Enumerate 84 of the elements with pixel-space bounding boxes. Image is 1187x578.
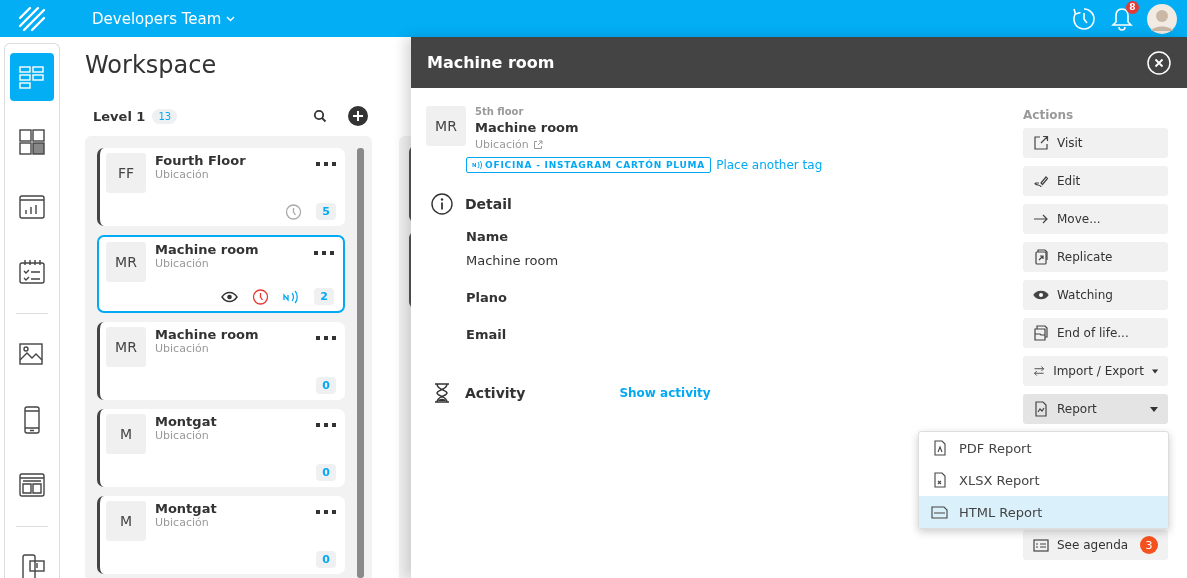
field-value: Machine room (466, 253, 560, 268)
action-button[interactable]: Report (1023, 394, 1168, 424)
card-title: Machine room (155, 242, 260, 257)
action-button[interactable]: Move... (1023, 204, 1168, 234)
action-button[interactable]: Watching (1023, 280, 1168, 310)
checklist-icon (17, 257, 47, 287)
count-badge: 0 (316, 464, 336, 481)
initials-avatar: FF (106, 153, 146, 193)
card-title: Montgat (155, 414, 218, 429)
field-label: Email (466, 327, 508, 342)
initials-avatar: M (106, 414, 146, 454)
action-button[interactable]: Replicate (1023, 242, 1168, 272)
initials-avatar: MR (106, 327, 146, 367)
initials-avatar: M (106, 501, 146, 541)
item-card[interactable]: M Montgat Ubicación 0 (97, 496, 345, 574)
count-badge: 0 (316, 377, 336, 394)
action-button[interactable]: Edit (1023, 166, 1168, 196)
section-title: Detail (465, 196, 512, 212)
actions-heading: Actions (1023, 108, 1075, 122)
logo-icon[interactable] (18, 5, 46, 32)
action-button[interactable]: Import / Export (1023, 356, 1168, 386)
folder-icon (1033, 325, 1049, 341)
caret-icon (1150, 406, 1158, 412)
file-icon (931, 472, 949, 488)
chart-icon (17, 192, 47, 222)
item-card[interactable]: MR Machine room Ubicación 0 (97, 322, 345, 400)
history-icon[interactable] (1071, 5, 1097, 32)
section-title: Activity (465, 385, 526, 401)
external-link-icon (1033, 135, 1049, 151)
field-label: Name (466, 229, 509, 244)
menu-item[interactable]: PDF Report (919, 432, 1168, 464)
list-icon (1033, 537, 1049, 553)
action-button[interactable]: Visit (1023, 128, 1168, 158)
grid-icon (17, 127, 47, 157)
card-title: Machine room (155, 327, 260, 342)
caret-icon (1151, 368, 1158, 374)
count-badge: 13 (152, 108, 178, 124)
count-badge: 5 (316, 203, 336, 220)
info-icon (431, 193, 453, 215)
item-card[interactable]: FF Fourth Floor Ubicación 5 (97, 148, 345, 226)
item-card[interactable]: MR Machine room Ubicación 2 (97, 235, 345, 313)
parent-location: 5th floor (475, 106, 525, 117)
nfc-icon (472, 160, 482, 170)
file-icon (931, 440, 949, 456)
action-button[interactable]: See agenda 3 (1023, 530, 1168, 560)
notification-badge: 8 (1126, 0, 1139, 14)
card-title: Montgat (155, 501, 218, 516)
item-type: Ubicación (475, 138, 529, 151)
menu-item[interactable]: HTML Report (919, 496, 1168, 528)
card-title: Fourth Floor (155, 153, 247, 168)
column-title: Level 1 (93, 108, 146, 124)
caret-icon (226, 15, 236, 22)
initials-avatar: MR (106, 242, 146, 282)
copy-icon (1033, 249, 1049, 265)
card-subtitle: Ubicación (155, 168, 210, 181)
panel-title: Machine room (427, 53, 555, 72)
more-icon[interactable] (314, 250, 334, 256)
external-link-icon[interactable] (532, 139, 543, 150)
swap-icon (1033, 363, 1046, 379)
tag-label: OFICINA - INSTAGRAM CARTÓN PLUMA (485, 160, 706, 170)
menu-item[interactable]: XLSX Report (919, 464, 1168, 496)
file-icon (931, 504, 949, 520)
card-subtitle: Ubicación (155, 342, 210, 355)
page-title: Workspace (85, 51, 217, 79)
more-icon[interactable] (316, 335, 336, 341)
count-badge: 2 (314, 288, 334, 305)
card-subtitle: Ubicación (155, 257, 210, 270)
item-name: Machine room (475, 120, 579, 135)
more-icon[interactable] (316, 422, 336, 428)
add-icon[interactable] (348, 106, 368, 126)
field-label: Plano (466, 290, 508, 305)
count-badge: 0 (316, 551, 336, 568)
item-card[interactable]: M Montgat Ubicación 0 (97, 409, 345, 487)
action-button[interactable]: End of life... (1023, 318, 1168, 348)
close-icon[interactable] (1147, 50, 1171, 75)
card-subtitle: Ubicación (155, 429, 210, 442)
layout-icon (17, 470, 47, 500)
document-icon (1033, 401, 1049, 417)
card-subtitle: Ubicación (155, 516, 210, 529)
more-icon[interactable] (316, 161, 336, 167)
scrollbar[interactable] (357, 148, 364, 578)
search-icon[interactable] (313, 109, 327, 123)
more-icon[interactable] (316, 509, 336, 515)
initials-avatar: MR (426, 106, 466, 146)
